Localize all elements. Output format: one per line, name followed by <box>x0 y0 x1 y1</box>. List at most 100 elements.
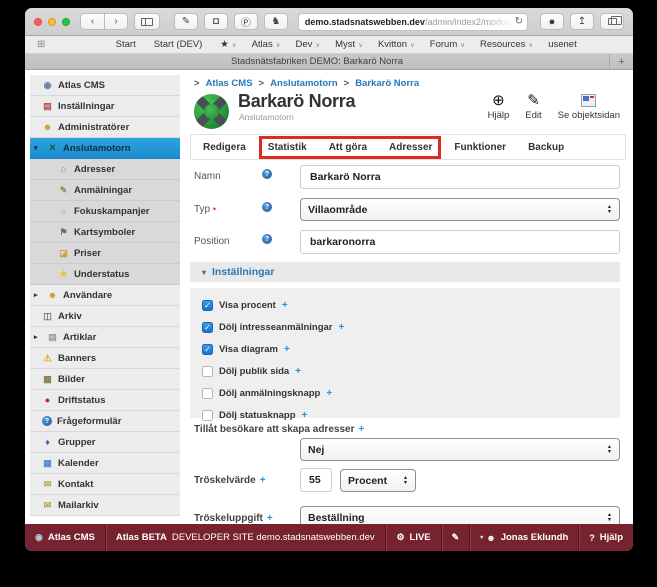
add-plus[interactable]: + <box>284 344 290 355</box>
sidebar-item-kontakt[interactable]: ✉Kontakt <box>30 474 180 495</box>
extension-compose-button[interactable]: ✎ <box>174 13 198 30</box>
bookmark-dev-folder[interactable]: Dev∨ <box>295 39 320 50</box>
sidebar-item-priser[interactable]: ◪Priser <box>30 243 180 264</box>
troskeluppgift-select[interactable]: Beställning ▲▼ <box>300 506 620 524</box>
add-plus[interactable]: + <box>267 513 273 524</box>
breadcrumb-atlas-cms[interactable]: Atlas CMS <box>206 78 253 89</box>
section-installningar-header[interactable]: ▾ Inställningar <box>190 262 620 282</box>
dolj-intresseanmalningar-checkbox[interactable]: ✓ <box>202 322 213 333</box>
add-plus[interactable]: + <box>295 366 301 377</box>
tab-overview-button[interactable] <box>600 13 624 30</box>
sidebar-item-anvandare[interactable]: ▸☻Användare <box>30 285 180 306</box>
tab-statistik[interactable]: Statistik <box>268 142 307 153</box>
statusbar-brand[interactable]: ◉ Atlas CMS <box>25 524 106 551</box>
extension-ghost-button[interactable]: ● <box>540 13 564 30</box>
tab-backup[interactable]: Backup <box>528 142 564 153</box>
add-plus[interactable]: + <box>302 410 308 421</box>
namn-input[interactable]: Barkarö Norra <box>300 165 620 189</box>
edit-mode-button[interactable]: ✎ <box>442 524 471 551</box>
minimize-window-button[interactable] <box>48 18 56 26</box>
tab-redigera[interactable]: Redigera <box>203 142 246 153</box>
sidebar-item-kartsymboler[interactable]: ⚑Kartsymboler <box>30 222 180 243</box>
sidebar-item-understatus[interactable]: ★Understatus <box>30 264 180 285</box>
reload-icon[interactable]: ↻ <box>515 16 523 27</box>
sidebar-item-installningar[interactable]: ▤Inställningar <box>30 96 180 117</box>
chevron-down-icon: ∨ <box>232 41 237 49</box>
sidebar-item-artiklar[interactable]: ▸▤Artiklar <box>30 327 180 348</box>
view-object-page-button[interactable]: Se objektsidan <box>558 92 620 121</box>
add-plus[interactable]: + <box>260 475 266 486</box>
bookmark-items: Start Start (DEV) ★∨ Atlas∨ Dev∨ Myst∨ K… <box>116 39 580 50</box>
extension-misc-button[interactable]: ♞ <box>264 13 288 30</box>
zoom-window-button[interactable] <box>62 18 70 26</box>
sidebar-item-administratorer[interactable]: ☻Administratörer <box>30 117 180 138</box>
troskelvarde-unit-select[interactable]: Procent ▲▼ <box>340 469 416 492</box>
live-mode-button[interactable]: ⚙ LIVE <box>386 524 441 551</box>
help-menu[interactable]: ? Hjälp <box>579 524 633 551</box>
tillat-select[interactable]: Nej ▲▼ <box>300 438 620 461</box>
caret-right-icon[interactable]: ▸ <box>34 333 42 341</box>
sidebar-item-adresser[interactable]: ⌂Adresser <box>30 159 180 180</box>
bookmark-myst-folder[interactable]: Myst∨ <box>335 39 363 50</box>
active-tab[interactable]: Stadsnätsfabriken DEMO: Barkarö Norra <box>25 54 609 69</box>
tab-adresser[interactable]: Adresser <box>389 142 432 153</box>
checkbox-label: Visa procent <box>219 300 276 311</box>
extension-pinterest-button[interactable]: Ⓟ <box>234 13 258 30</box>
sidebar-item-driftstatus[interactable]: ●Driftstatus <box>30 390 180 411</box>
close-window-button[interactable] <box>34 18 42 26</box>
bookmark-usenet[interactable]: usenet <box>548 39 580 50</box>
breadcrumb-barkaro-norra[interactable]: Barkarö Norra <box>355 78 419 89</box>
forward-button[interactable]: › <box>104 13 128 30</box>
caret-down-icon[interactable]: ▾ <box>34 144 42 152</box>
sidebar-item-banners[interactable]: ⚠Banners <box>30 348 180 369</box>
bookmark-kvitton-folder[interactable]: Kvitton∨ <box>378 39 415 50</box>
bookmark-resources-folder[interactable]: Resources∨ <box>480 39 533 50</box>
user-menu[interactable]: ▾ ☻ Jonas Eklundh <box>470 524 579 551</box>
sidebar-toggle-button[interactable] <box>134 13 160 30</box>
add-plus[interactable]: + <box>282 300 288 311</box>
address-bar[interactable]: demo.stadsnatswebben.dev/admin/index2/mo… <box>298 13 528 31</box>
history-nav: ‹ › <box>80 13 128 30</box>
bookmark-forum-folder[interactable]: Forum∨ <box>430 39 465 50</box>
sidebar-item-kalender[interactable]: ▦Kalender <box>30 453 180 474</box>
position-help-icon[interactable]: ? <box>262 234 272 244</box>
bookmark-start-dev[interactable]: Start (DEV) <box>154 39 206 50</box>
sidebar-item-anslutamotorn[interactable]: ▾×Anslutamotorn <box>30 138 180 159</box>
tab-funktioner[interactable]: Funktioner <box>454 142 506 153</box>
sidebar-item-fokuskampanjer[interactable]: ○Fokuskampanjer <box>30 201 180 222</box>
bookmark-atlas-folder[interactable]: Atlas∨ <box>252 39 281 50</box>
sidebar-item-arkiv[interactable]: ◫Arkiv <box>30 306 180 327</box>
namn-help-icon[interactable]: ? <box>262 169 272 179</box>
add-plus[interactable]: + <box>339 322 345 333</box>
sidebar-item-mailarkiv[interactable]: ✉Mailarkiv <box>30 495 180 516</box>
troskelvarde-input[interactable]: 55 <box>300 468 332 492</box>
edit-button[interactable]: ✎ Edit <box>525 92 541 121</box>
sidebar-item-frageformular[interactable]: ?Frågeformulär <box>30 411 180 432</box>
breadcrumb-anslutamotorn[interactable]: Anslutamotorn <box>270 78 338 89</box>
extension-lock-button[interactable]: ◘ <box>204 13 228 30</box>
bookmark-start[interactable]: Start <box>116 39 139 50</box>
sidebar-item-grupper[interactable]: ♦Grupper <box>30 432 180 453</box>
back-button[interactable]: ‹ <box>80 13 104 30</box>
add-plus[interactable]: + <box>358 424 364 435</box>
dolj-publik-sida-checkbox[interactable] <box>202 366 213 377</box>
frequently-visited-grid-icon[interactable]: ⊞ <box>37 39 45 50</box>
sidebar-item-bilder[interactable]: ▦Bilder <box>30 369 180 390</box>
caret-right-icon[interactable]: ▸ <box>34 291 42 299</box>
new-tab-button[interactable]: + <box>609 54 633 69</box>
dolj-statusknapp-checkbox[interactable] <box>202 410 213 421</box>
position-input[interactable]: barkaronorra <box>300 230 620 254</box>
forward-icon: › <box>114 16 117 27</box>
dolj-anmalningsknapp-checkbox[interactable] <box>202 388 213 399</box>
add-plus[interactable]: + <box>326 388 332 399</box>
typ-select[interactable]: Villaområde ▲▼ <box>300 198 620 221</box>
help-button[interactable]: ⊕ Hjälp <box>488 92 510 121</box>
sidebar-item-atlas-cms[interactable]: ◉Atlas CMS <box>30 75 180 96</box>
visa-procent-checkbox[interactable]: ✓ <box>202 300 213 311</box>
visa-diagram-checkbox[interactable]: ✓ <box>202 344 213 355</box>
typ-help-icon[interactable]: ? <box>262 202 272 212</box>
tab-att-gora[interactable]: Att göra <box>329 142 367 153</box>
share-button[interactable]: ↥ <box>570 13 594 30</box>
sidebar-item-anmalningar[interactable]: ✎Anmälningar <box>30 180 180 201</box>
bookmark-favorites-folder[interactable]: ★∨ <box>220 39 236 50</box>
